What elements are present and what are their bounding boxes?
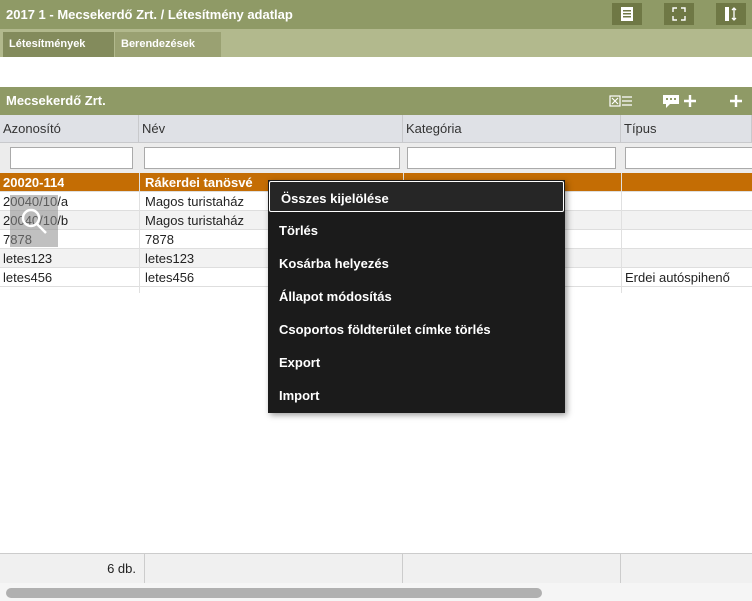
cell-azonosito: letes123 (3, 251, 53, 266)
cell-nev: Magos turistaház (145, 213, 244, 228)
menu-item-select-all[interactable]: Összes kijelölése (269, 181, 564, 212)
split-icon[interactable] (716, 3, 746, 25)
column-divider (139, 173, 140, 293)
filter-kategoria-input[interactable] (407, 147, 616, 169)
horizontal-scrollbar[interactable] (0, 583, 752, 601)
menu-item-change-status[interactable]: Állapot módosítás (268, 280, 565, 311)
filter-tipus-input[interactable] (625, 147, 752, 169)
window-titlebar: 2017 1 - Mecsekerdő Zrt. / Létesítmény a… (0, 0, 752, 29)
scrollbar-thumb[interactable] (6, 588, 542, 598)
menu-item-add-to-basket[interactable]: Kosárba helyezés (268, 247, 565, 278)
footer-cell (403, 554, 621, 584)
search-icon[interactable] (10, 195, 58, 247)
menu-item-export[interactable]: Export (268, 346, 565, 377)
menu-item-import[interactable]: Import (268, 379, 565, 410)
cell-azonosito: 20020-114 (3, 175, 65, 190)
tab-bar: Létesítmények Berendezések (0, 29, 752, 57)
cell-nev: 7878 (145, 232, 174, 247)
menu-item-delete[interactable]: Törlés (268, 214, 565, 245)
filter-nev-input[interactable] (144, 147, 400, 169)
document-icon[interactable] (612, 3, 642, 25)
footer-cell (145, 554, 403, 584)
tab-letesitmenyek[interactable]: Létesítmények (3, 32, 114, 57)
cell-tipus: Erdei autóspihenő (625, 270, 730, 285)
footer-count-cell: 6 db. (0, 554, 145, 584)
table-export-icon[interactable] (607, 91, 635, 111)
cell-nev: letes456 (145, 270, 195, 285)
fullscreen-icon[interactable] (664, 3, 694, 25)
grid-footer: 6 db. (0, 553, 752, 584)
cell-nev: Magos turistaház (145, 194, 244, 209)
filter-azonosito-input[interactable] (10, 147, 133, 169)
column-header-nev[interactable]: Név (139, 115, 403, 143)
row-count: 6 db. (107, 561, 136, 576)
window-title: 2017 1 - Mecsekerdő Zrt. / Létesítmény a… (6, 7, 293, 22)
cell-azonosito: letes456 (3, 270, 53, 285)
column-divider (621, 173, 622, 293)
panel-title: Mecsekerdő Zrt. (6, 93, 106, 108)
filter-row (0, 143, 752, 173)
column-header-azonosito[interactable]: Azonosító (0, 115, 139, 143)
footer-cell (621, 554, 752, 584)
add-comment-icon[interactable] (660, 91, 700, 111)
column-header-tipus[interactable]: Típus (621, 115, 752, 143)
panel-header: Mecsekerdő Zrt. (0, 87, 752, 115)
column-header-kategoria[interactable]: Kategória (403, 115, 621, 143)
add-icon[interactable] (726, 91, 746, 111)
menu-item-bulk-delete-land-label[interactable]: Csoportos földterület címke törlés (268, 313, 565, 344)
cell-nev: letes123 (145, 251, 195, 266)
context-menu: Összes kijelölése Törlés Kosárba helyezé… (268, 180, 565, 413)
tab-berendezesek[interactable]: Berendezések (115, 32, 221, 57)
